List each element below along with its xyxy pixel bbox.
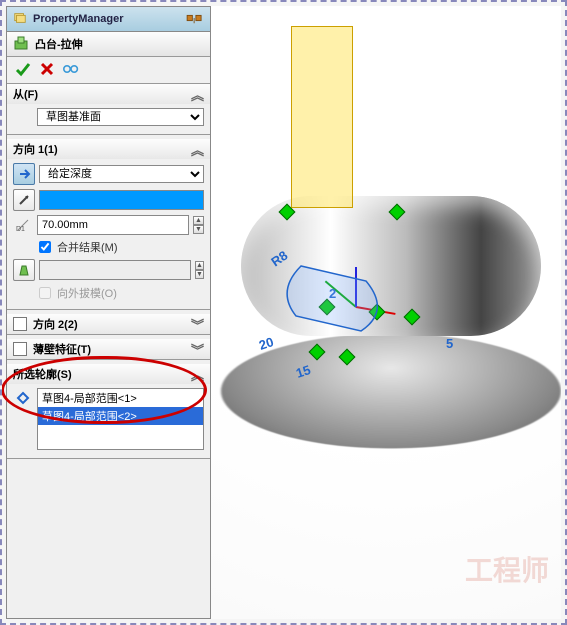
part-body <box>221 334 561 449</box>
draft-outward-label: 向外拔模(O) <box>57 285 117 301</box>
section-dir2: 方向 2(2) ︾ <box>7 314 210 335</box>
pm-title: PropertyManager <box>33 13 123 25</box>
section-contours-header[interactable]: 所选轮廓(S) ︽ <box>7 364 210 384</box>
direction-selection-box[interactable] <box>39 190 204 210</box>
draft-spinner: ▲▼ <box>195 261 204 279</box>
chevron-down-icon: ︾ <box>191 340 204 359</box>
contour-list[interactable]: 草图4-局部范围<1>草图4-局部范围<2> <box>37 388 204 450</box>
pm-header: PropertyManager <box>7 7 210 32</box>
depth-icon: D1 <box>13 215 33 235</box>
section-dir1-label: 方向 1(1) <box>13 141 58 157</box>
extrude-preview <box>291 26 353 208</box>
chevron-up-icon: ︽ <box>191 140 204 159</box>
watermark: 工程师 <box>465 549 549 589</box>
confirm-row <box>7 57 210 84</box>
draft-angle-input <box>39 260 191 280</box>
dir2-enable-checkbox[interactable] <box>13 317 27 331</box>
reverse-direction-button[interactable] <box>13 163 35 185</box>
pin-icon[interactable] <box>186 11 204 28</box>
section-contours-label: 所选轮廓(S) <box>13 366 72 382</box>
graphics-viewport[interactable]: R8 20 15 5 2 工程师 <box>211 6 561 619</box>
draft-outward-checkbox <box>39 287 51 299</box>
section-from-label: 从(F) <box>13 86 38 102</box>
depth-input[interactable] <box>37 215 189 235</box>
cancel-icon[interactable] <box>39 61 55 80</box>
chevron-up-icon: ︽ <box>191 85 204 104</box>
property-manager-panel: PropertyManager 凸台-拉伸 从(F) ︽ <box>6 6 211 619</box>
feature-title: 凸台-拉伸 <box>35 36 83 52</box>
svg-text:D1: D1 <box>16 226 25 232</box>
list-item[interactable]: 草图4-局部范围<1> <box>38 389 203 407</box>
draft-button[interactable] <box>13 259 35 281</box>
section-dir1: 方向 1(1) ︽ 给定深度 D1 <box>7 139 210 310</box>
ok-icon[interactable] <box>15 61 31 80</box>
section-thin-header[interactable]: 薄壁特征(T) ︾ <box>7 339 210 359</box>
dimension-5[interactable]: 5 <box>446 336 453 351</box>
merge-checkbox[interactable] <box>39 241 51 253</box>
section-thin: 薄壁特征(T) ︾ <box>7 339 210 360</box>
section-dir2-label: 方向 2(2) <box>33 316 78 332</box>
detailed-preview-icon[interactable] <box>63 61 79 80</box>
chevron-down-icon: ︾ <box>191 315 204 334</box>
end-condition-select[interactable]: 给定深度 <box>39 165 204 183</box>
feature-header: 凸台-拉伸 <box>7 32 210 57</box>
extrude-boss-icon <box>13 35 29 54</box>
thin-enable-checkbox[interactable] <box>13 342 27 356</box>
contour-icon <box>13 388 33 408</box>
from-select[interactable]: 草图基准面 <box>37 108 204 126</box>
chevron-up-icon: ︽ <box>191 365 204 384</box>
section-contours: 所选轮廓(S) ︽ 草图4-局部范围<1>草图4-局部范围<2> <box>7 364 210 459</box>
section-from-header[interactable]: 从(F) ︽ <box>7 84 210 104</box>
list-item[interactable]: 草图4-局部范围<2> <box>38 407 203 425</box>
section-thin-label: 薄壁特征(T) <box>33 341 91 357</box>
direction-vector-button[interactable] <box>13 189 35 211</box>
section-dir2-header[interactable]: 方向 2(2) ︾ <box>7 314 210 334</box>
section-from: 从(F) ︽ 草图基准面 <box>7 84 210 135</box>
depth-spinner[interactable]: ▲▼ <box>193 216 204 234</box>
section-dir1-header[interactable]: 方向 1(1) ︽ <box>7 139 210 159</box>
layers-icon <box>13 11 27 28</box>
sketch-contour <box>271 256 411 346</box>
merge-label: 合并结果(M) <box>57 239 118 255</box>
